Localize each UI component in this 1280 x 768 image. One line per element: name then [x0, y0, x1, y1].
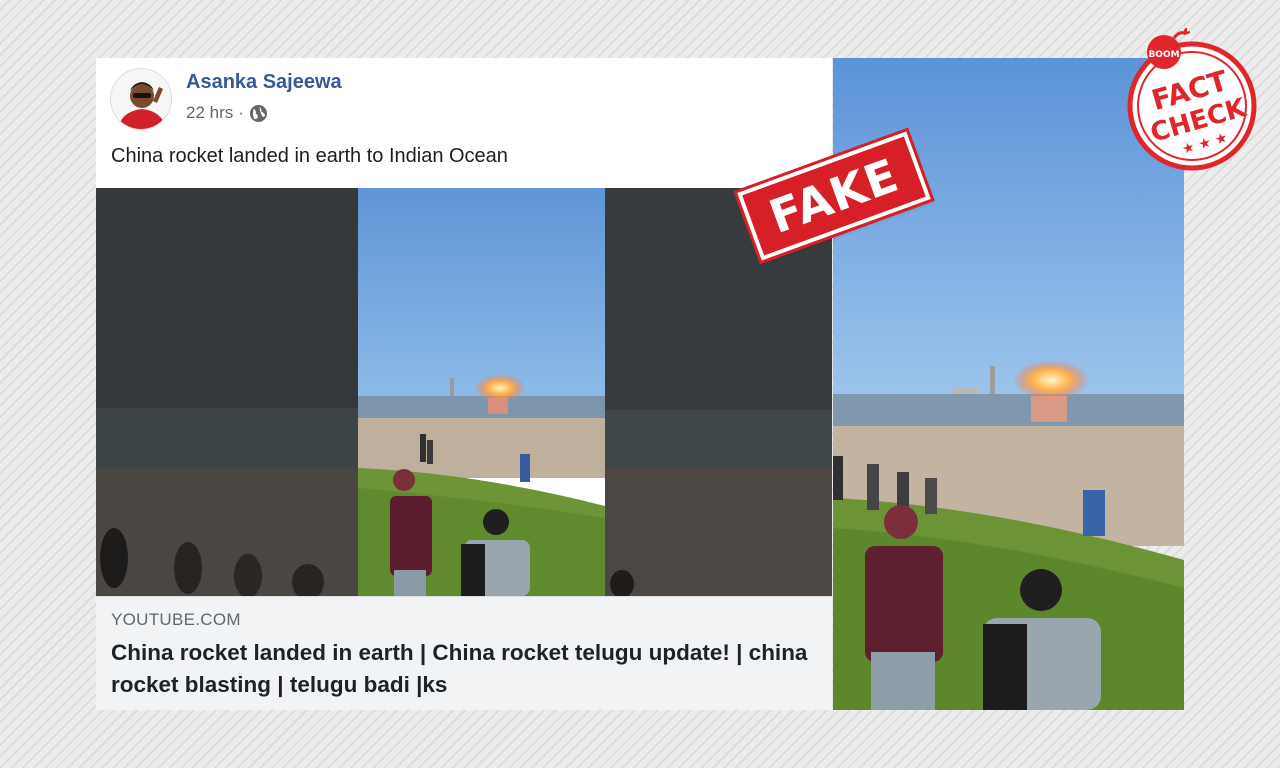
- svg-text:BOOM: BOOM: [1148, 50, 1179, 60]
- post-text: China rocket landed in earth to Indian O…: [111, 145, 508, 167]
- link-preview[interactable]: YOUTUBE.COM China rocket landed in earth…: [96, 596, 832, 710]
- author-name[interactable]: Asanka Sajeewa: [186, 71, 342, 94]
- post-timestamp[interactable]: 22 hrs: [186, 103, 233, 123]
- post-header: Asanka Sajeewa 22 hrs · China rocket lan…: [96, 58, 832, 188]
- facebook-post-card: Asanka Sajeewa 22 hrs · China rocket lan…: [96, 58, 832, 710]
- video-frame-image: [96, 188, 832, 596]
- post-meta: 22 hrs ·: [186, 103, 268, 123]
- globe-icon: [249, 104, 267, 122]
- avatar-image: [111, 69, 171, 129]
- fact-check-seal-icon: BOOM FACT CHECK ★ ★ ★: [1127, 28, 1257, 171]
- author-avatar[interactable]: [110, 68, 172, 130]
- boom-fact-check-logo: BOOM FACT CHECK ★ ★ ★: [1124, 26, 1260, 174]
- meta-separator: ·: [238, 103, 244, 122]
- link-domain: YOUTUBE.COM: [111, 610, 241, 629]
- link-title[interactable]: China rocket landed in earth | China roc…: [111, 637, 816, 701]
- video-thumbnail[interactable]: [96, 188, 832, 596]
